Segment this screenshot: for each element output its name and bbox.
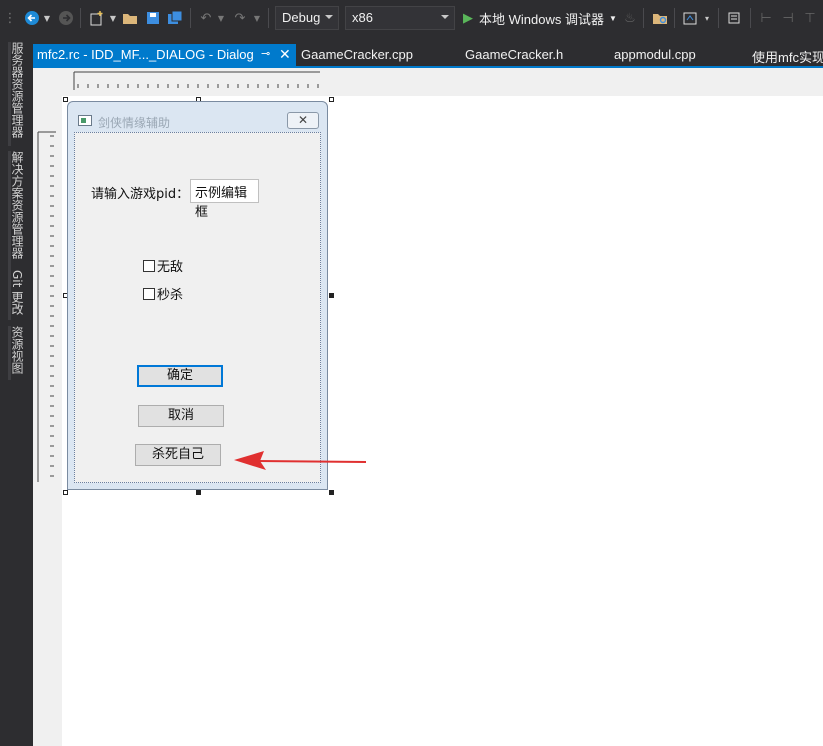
one-hit-kill-checkbox[interactable]: 秒杀 bbox=[143, 284, 183, 303]
test-dialog-icon[interactable] bbox=[680, 8, 700, 28]
forward-icon[interactable] bbox=[56, 8, 76, 28]
git-changes-tab[interactable]: Git 更改 bbox=[8, 270, 26, 320]
close-icon[interactable]: ✕ bbox=[279, 46, 291, 63]
resize-handle[interactable] bbox=[329, 490, 334, 495]
pid-label: 请输入游戏pid： bbox=[91, 187, 190, 202]
resize-handle[interactable] bbox=[63, 490, 68, 495]
pin-icon[interactable]: ⊸ bbox=[261, 47, 270, 60]
resize-handle[interactable] bbox=[329, 97, 334, 102]
kill-self-button[interactable]: 杀死自己 bbox=[135, 444, 221, 466]
align-top-icon[interactable]: ⊤ bbox=[800, 8, 820, 28]
ok-button[interactable]: 确定 bbox=[137, 365, 223, 387]
tab-gaamecracker-h[interactable]: GaameCracker.h bbox=[461, 44, 567, 66]
redo-icon[interactable]: ↷ bbox=[230, 8, 250, 28]
platform-value: x86 bbox=[352, 10, 373, 25]
toolbar: ⋮ ▼ ▼ ↶ ▼ ↷ ▼ Debug x86 ▶ 本地 Windows 调试器… bbox=[0, 0, 823, 36]
invincible-label: 无敌 bbox=[157, 260, 184, 275]
one-hit-kill-label: 秒杀 bbox=[157, 288, 184, 303]
align-left-icon[interactable]: ⊢ bbox=[756, 8, 776, 28]
save-all-icon[interactable] bbox=[165, 8, 185, 28]
tab-appmodul-cpp[interactable]: appmodul.cpp bbox=[610, 44, 700, 66]
find-in-folder-icon[interactable] bbox=[650, 8, 670, 28]
cancel-button[interactable]: 取消 bbox=[138, 405, 224, 427]
redo-dropdown-icon[interactable]: ▼ bbox=[252, 8, 262, 28]
tab-label: mfc2.rc - IDD_MF..._DIALOG - Dialog bbox=[37, 47, 254, 62]
resource-view-tab[interactable]: 资源视图 bbox=[8, 326, 26, 380]
configuration-value: Debug bbox=[282, 10, 321, 25]
checkbox-box[interactable] bbox=[143, 259, 155, 272]
pid-edit-box[interactable]: 示例编辑框 bbox=[190, 179, 259, 220]
resize-handle[interactable] bbox=[329, 293, 334, 298]
dialog-preview[interactable]: 剑侠情缘辅助 ✕ 请输入游戏pid： 示例编辑框 无敌 秒杀 确定 取消 杀死自… bbox=[67, 101, 328, 490]
grip-icon: ⋮ bbox=[3, 10, 17, 26]
tab-mfc-doc[interactable]: 使用mfc实现a bbox=[748, 44, 823, 66]
play-icon: ▶ bbox=[463, 10, 473, 25]
tab-gaamecracker-cpp[interactable]: GaameCracker.cpp bbox=[297, 44, 417, 66]
checkbox-box[interactable] bbox=[143, 287, 155, 300]
configuration-select[interactable]: Debug bbox=[275, 6, 339, 30]
tab-order-icon[interactable] bbox=[724, 8, 744, 28]
close-icon: ✕ bbox=[297, 113, 309, 127]
open-folder-icon[interactable] bbox=[120, 8, 140, 28]
app-icon bbox=[78, 115, 92, 126]
start-debugger-button[interactable]: ▶ 本地 Windows 调试器 ▼ bbox=[463, 8, 623, 28]
dialog-title: 剑侠情缘辅助 bbox=[98, 116, 171, 130]
back-icon[interactable] bbox=[22, 8, 42, 28]
left-tool-strip: 服务器资源管理器 解决方案资源管理器 Git 更改 资源视图 bbox=[0, 36, 33, 746]
undo-icon[interactable]: ↶ bbox=[196, 8, 216, 28]
dialog-close-button[interactable]: ✕ bbox=[287, 112, 319, 129]
platform-select[interactable]: x86 bbox=[345, 6, 455, 30]
undo-dropdown-icon[interactable]: ▼ bbox=[216, 8, 226, 28]
invincible-checkbox[interactable]: 无敌 bbox=[143, 256, 183, 275]
back-dropdown-icon[interactable]: ▼ bbox=[42, 8, 52, 28]
new-project-icon[interactable] bbox=[86, 8, 106, 28]
hot-reload-icon[interactable]: ♨ bbox=[623, 8, 637, 28]
vertical-ruler bbox=[37, 131, 56, 482]
save-icon[interactable] bbox=[143, 8, 163, 28]
server-explorer-tab[interactable]: 服务器资源管理器 bbox=[8, 42, 26, 146]
red-arrow-annotation bbox=[234, 451, 367, 470]
debugger-label: 本地 Windows 调试器 bbox=[479, 11, 604, 27]
debugger-dropdown-icon[interactable]: ▼ bbox=[609, 14, 617, 23]
align-right-icon[interactable]: ⊣ bbox=[778, 8, 798, 28]
document-tabs: mfc2.rc - IDD_MF..._DIALOG - Dialog ⊸ ✕ … bbox=[33, 44, 823, 68]
horizontal-ruler bbox=[73, 71, 320, 90]
new-dropdown-icon[interactable]: ▼ bbox=[108, 8, 118, 28]
test-dropdown-icon[interactable]: ▾ bbox=[702, 8, 712, 28]
dialog-titlebar: 剑侠情缘辅助 ✕ bbox=[68, 102, 327, 132]
tab-mfc2-rc[interactable]: mfc2.rc - IDD_MF..._DIALOG - Dialog ⊸ ✕ bbox=[33, 44, 296, 66]
dialog-client-area: 请输入游戏pid： 示例编辑框 无敌 秒杀 确定 取消 杀死自己 bbox=[74, 132, 321, 483]
resize-handle[interactable] bbox=[196, 490, 201, 495]
